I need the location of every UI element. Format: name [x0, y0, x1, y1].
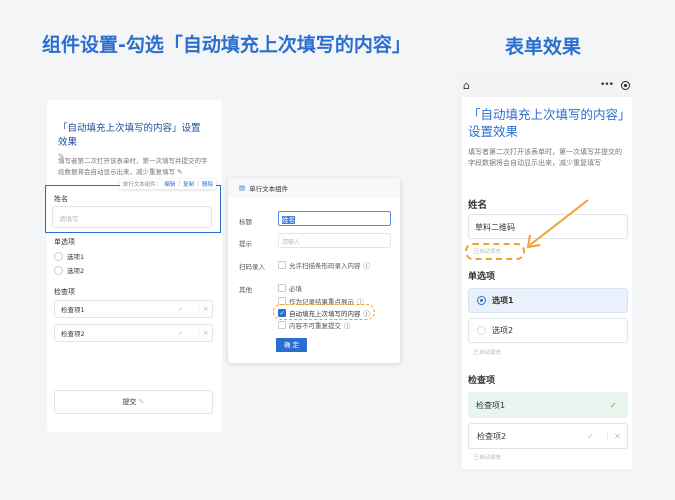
- checkbox-icon: [278, 261, 286, 269]
- preview-check-item-2[interactable]: 检查项2 ✓ ✕: [468, 423, 628, 449]
- preview-form: 「自动填充上次填写的内容」设置效果 填写者第二次打开该表单时，第一次填写并提交的…: [462, 97, 632, 469]
- autofill-hint-text: 已自动填充: [473, 249, 502, 255]
- scan-label: 扫码录入: [239, 263, 265, 271]
- form-editor: 「自动填充上次填写的内容」设置效果 ✎ 填写者第二次打开该表单时，第一次填写并提交…: [45, 100, 222, 432]
- text-field-icon: ▤: [239, 184, 246, 192]
- check-icon: ✓: [587, 431, 594, 441]
- name-label: 姓名: [54, 195, 68, 203]
- title-input-value: 姓名: [282, 216, 295, 224]
- right-title: 表单效果: [505, 36, 582, 58]
- phone-preview: ⌂ ••• 「自动填充上次填写的内容」设置效果 填写者第二次打开该表单时，第一次…: [458, 75, 635, 473]
- option-no-duplicate[interactable]: 内容不可重复提交 ⓘ: [278, 320, 351, 330]
- checkbox-checked-icon: ✓: [278, 309, 286, 317]
- autofill-hint-text: 已自动填充: [473, 455, 502, 461]
- check-item-2[interactable]: 检查项2 ✓ ✕: [54, 324, 213, 342]
- form-description[interactable]: 填写者第二次打开该表单时，第一次填写并提交的字段数据将会自动显示出来，减少重复填…: [58, 156, 213, 178]
- check-item-label: 检查项1: [61, 306, 85, 314]
- cross-icon: ✕: [607, 431, 627, 441]
- toolbar-label: 单行文本组件：: [122, 182, 162, 188]
- help-icon: ⓘ: [363, 310, 371, 318]
- option-label: 必填: [289, 285, 302, 293]
- check-icon: ✓: [178, 329, 184, 337]
- confirm-button[interactable]: 确 定: [276, 338, 307, 352]
- check-item-label: 检查项2: [61, 330, 85, 338]
- edit-button[interactable]: 编辑: [164, 180, 175, 188]
- submit-button[interactable]: 提交 ✎: [54, 390, 213, 414]
- form-title-text: 「自动填充上次填写的内容」设置效果: [58, 123, 201, 148]
- cross-icon: ✕: [198, 305, 212, 313]
- title-input[interactable]: 姓名: [278, 211, 391, 226]
- autofill-hint: · 已自动填充: [470, 350, 502, 356]
- preview-check-item-1[interactable]: 检查项1 ✓: [468, 392, 628, 418]
- radio-label: 单选项: [54, 238, 75, 246]
- name-input[interactable]: 请填写: [52, 206, 212, 228]
- check-label: 检查项: [54, 288, 75, 296]
- help-icon: ⓘ: [363, 262, 371, 270]
- radio-circle-icon: [54, 251, 63, 261]
- check-icon: ✓: [610, 400, 617, 410]
- submit-label: 提交: [122, 398, 137, 406]
- preview-title: 「自动填充上次填写的内容」设置效果: [468, 107, 625, 139]
- radio-option-label: 选项1: [492, 296, 514, 305]
- delete-button[interactable]: 删除: [202, 180, 213, 188]
- selected-field-name[interactable]: 单行文本组件： 编辑 | 复制 | 删除 姓名 请填写: [45, 179, 221, 233]
- settings-header-text: 单行文本组件: [249, 185, 289, 193]
- more-icon[interactable]: •••: [600, 80, 614, 90]
- check-item-label: 检查项1: [476, 400, 506, 410]
- home-icon[interactable]: ⌂: [463, 79, 470, 92]
- settings-header: ▤ 单行文本组件: [228, 178, 400, 198]
- radio-option-label: 选项2: [492, 326, 514, 335]
- scan-option[interactable]: 允许扫描条形码录入内容 ⓘ: [278, 260, 370, 270]
- preview-description: 填写者第二次打开该表单时，第一次填写并提交的字段数据将会自动显示出来，减少重复填…: [468, 148, 622, 167]
- help-icon: ⓘ: [344, 322, 351, 330]
- preview-radio-label: 单选项: [468, 272, 496, 282]
- check-icon: ✓: [178, 305, 184, 313]
- edit-pencil-icon: ✎: [138, 398, 145, 406]
- settings-panel: ▤ 单行文本组件 标题 姓名 提示 请输入 扫码录入 允许扫描条形码录入内容 ⓘ 其…: [228, 178, 400, 363]
- radio-option-2[interactable]: 选项2: [54, 265, 84, 275]
- close-mini-program-icon[interactable]: [621, 81, 630, 90]
- autofill-hint-text: 已自动填充: [473, 350, 502, 356]
- radio-circle-icon: [54, 265, 63, 275]
- check-item-label: 检查项2: [477, 431, 507, 441]
- field-toolbar: 单行文本组件： 编辑 | 复制 | 删除: [119, 179, 216, 189]
- scan-option-label: 允许扫描条形码录入内容: [289, 262, 361, 270]
- radio-option-label: 选项2: [67, 267, 85, 275]
- option-autofill[interactable]: ✓ 自动填充上次填写的内容 ⓘ: [278, 308, 370, 318]
- check-item-1[interactable]: 检查项1 ✓ ✕: [54, 300, 213, 318]
- option-label: 自动填充上次填写的内容: [289, 310, 361, 318]
- cross-icon: ✕: [198, 329, 212, 337]
- preview-radio-option-1[interactable]: 选项1: [468, 288, 628, 313]
- arrow-annotation-icon: [526, 199, 589, 249]
- other-label: 其他: [239, 286, 252, 294]
- radio-selected-icon: [477, 296, 486, 305]
- checkbox-icon: [278, 321, 286, 329]
- radio-option-label: 选项1: [67, 253, 85, 261]
- radio-option-1[interactable]: 选项1: [54, 251, 84, 261]
- copy-button[interactable]: 复制: [183, 180, 194, 188]
- preview-name-label: 姓名: [468, 200, 488, 211]
- form-description-text: 填写者第二次打开该表单时，第一次填写并提交的字段数据将会自动显示出来，减少重复填…: [58, 157, 208, 176]
- autofill-hint: · 已自动填充: [470, 249, 502, 255]
- hint-label: 提示: [239, 240, 252, 248]
- option-label: 内容不可重复提交: [289, 322, 341, 330]
- radio-circle-icon: [477, 326, 486, 335]
- preview-check-label: 检查项: [468, 376, 496, 386]
- autofill-hint: · 已自动填充: [470, 455, 502, 461]
- title-label: 标题: [239, 218, 252, 226]
- edit-pencil-icon[interactable]: ✎: [177, 168, 182, 176]
- left-title: 组件设置-勾选「自动填充上次填写的内容」: [42, 34, 411, 56]
- option-required[interactable]: 必填: [278, 283, 302, 293]
- checkbox-icon: [278, 284, 286, 292]
- preview-radio-option-2[interactable]: 选项2: [468, 318, 628, 343]
- hint-input[interactable]: 请输入: [278, 233, 391, 248]
